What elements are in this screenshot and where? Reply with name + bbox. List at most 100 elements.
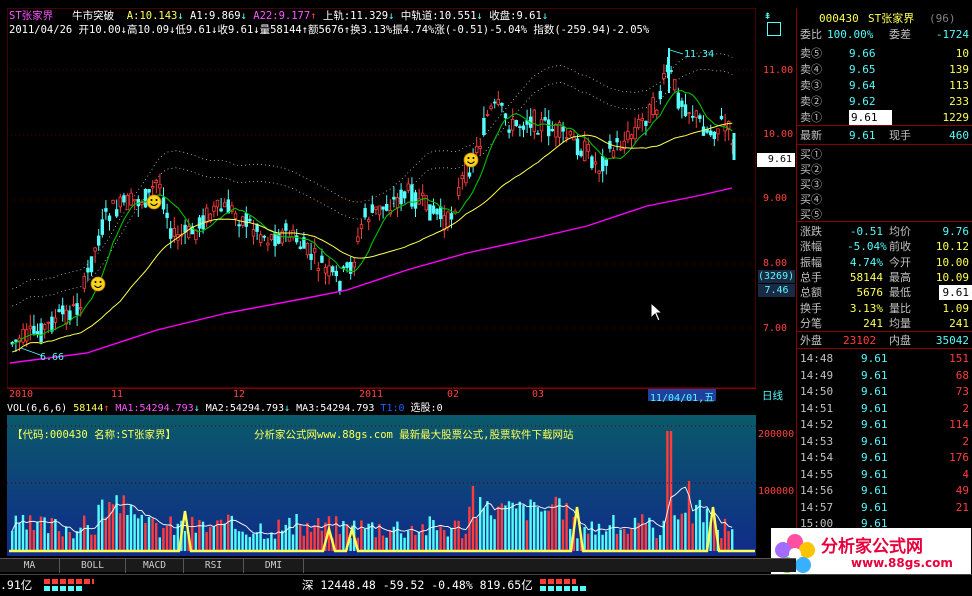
volume-bar	[565, 502, 568, 551]
price-chart[interactable]	[7, 8, 756, 388]
candle-body	[323, 266, 328, 274]
tick-time: 14:49	[800, 368, 834, 382]
volume-bar	[597, 523, 601, 551]
smiley-eye	[94, 281, 97, 283]
volume-bar	[457, 520, 460, 551]
vol-ma2: MA2:54294.793	[205, 403, 285, 414]
tick-volume: 4	[962, 467, 969, 481]
tick-time: 14:54	[800, 451, 834, 464]
indicator-tabs: MA BOLL MACD RSI DMI	[0, 558, 796, 573]
chart-window-icon[interactable]	[767, 22, 781, 36]
period-label[interactable]: 日线	[762, 388, 783, 403]
candle-body	[532, 109, 536, 132]
volume-bar	[313, 526, 316, 551]
a1-label: A1:	[190, 10, 210, 22]
candle-body	[71, 304, 76, 307]
candle-body	[644, 120, 648, 126]
volume-bar	[140, 514, 143, 551]
volume-bar	[11, 530, 14, 551]
volume-bar	[615, 533, 619, 551]
tab-boll[interactable]: BOLL	[60, 559, 126, 573]
shen-bar-up	[540, 579, 576, 584]
volume-bar	[536, 507, 539, 551]
volume-bar	[554, 496, 557, 551]
volume-bar	[245, 534, 248, 551]
xianshou-label: 现手	[889, 129, 911, 142]
ask-volume: 139	[949, 63, 969, 76]
volume-bar	[291, 534, 295, 551]
stat-value: 10.12	[935, 240, 969, 254]
candle-body	[43, 324, 47, 330]
volume-bar	[684, 512, 687, 551]
tab-rsi[interactable]: RSI	[184, 559, 244, 573]
volume-bar	[129, 505, 133, 551]
candle-body	[420, 192, 425, 197]
volume-bar	[525, 520, 529, 551]
candle-body	[244, 213, 248, 227]
candle-body	[291, 229, 295, 238]
volume-bar	[673, 515, 676, 551]
quote-panel: 000430 ST张家界 (96) 委比 100.00% 委差 -1724 卖⑤…	[771, 8, 972, 580]
candle-body	[474, 146, 479, 153]
candle-body	[467, 172, 472, 177]
candle-body	[640, 118, 644, 121]
candle-body	[233, 212, 238, 219]
latest-row: 最新 9.61 现手 460	[797, 128, 972, 143]
candle-body	[601, 156, 605, 172]
date-axis: 2010 11 12 2011 02 03 11/04/01,五	[7, 388, 756, 404]
volume-bar	[543, 510, 547, 551]
candle-body	[593, 161, 598, 165]
volume-bar	[648, 517, 651, 551]
tick-time: 14:53	[800, 434, 834, 448]
volume-bar	[101, 499, 104, 551]
tab-dmi[interactable]: DMI	[244, 559, 304, 573]
candle-body	[186, 226, 191, 239]
upper-label: 上轨:	[322, 10, 351, 22]
status-left-bar-up	[44, 579, 94, 584]
ask-label: 卖①	[800, 111, 822, 124]
tick-time: 14:52	[800, 418, 834, 431]
candle-body	[691, 115, 695, 118]
candle-body	[568, 130, 572, 136]
ask-price: 9.61	[849, 110, 892, 125]
candle-body	[197, 217, 202, 229]
volume-bar	[641, 514, 644, 551]
smiley-face	[90, 276, 106, 292]
volume-bar	[97, 504, 100, 551]
candle-body	[298, 246, 302, 249]
volume-bar	[137, 518, 140, 551]
volume-bar	[464, 533, 467, 551]
volume-bar	[374, 537, 377, 551]
volume-bar	[25, 529, 28, 551]
candle-body	[554, 123, 558, 138]
ask-volume: 233	[949, 95, 969, 108]
candle-body	[168, 228, 173, 239]
stat-label: 涨幅	[800, 240, 822, 254]
chart-up-arrow-icon[interactable]: ⇞	[764, 8, 778, 22]
volume-bar	[83, 515, 86, 551]
candle-body	[514, 120, 518, 127]
candle-body	[503, 113, 508, 119]
volume-bar	[65, 526, 68, 551]
tab-ma[interactable]: MA	[0, 559, 60, 573]
volume-bar	[435, 530, 439, 551]
volume-bar	[381, 535, 385, 551]
candle-body	[449, 213, 454, 220]
volume-bar	[522, 505, 525, 551]
ask-price: 9.62	[849, 95, 876, 108]
volume-bar	[75, 531, 79, 551]
candle-body	[590, 156, 594, 169]
tick-time: 14:55	[800, 467, 834, 481]
stat-label: 涨跌	[800, 225, 822, 238]
volume-bar	[439, 526, 442, 551]
candle-body	[115, 209, 119, 217]
candle-body	[561, 126, 565, 132]
candle-body	[579, 150, 583, 157]
volume-bar	[619, 529, 622, 551]
tab-macd[interactable]: MACD	[126, 559, 184, 573]
volume-bar	[630, 528, 633, 551]
vol-ma3: MA3:54294.793	[296, 403, 375, 414]
mouse-pointer-icon	[650, 302, 664, 322]
volume-bar	[443, 529, 446, 551]
tick-price: 9.61	[861, 500, 888, 514]
